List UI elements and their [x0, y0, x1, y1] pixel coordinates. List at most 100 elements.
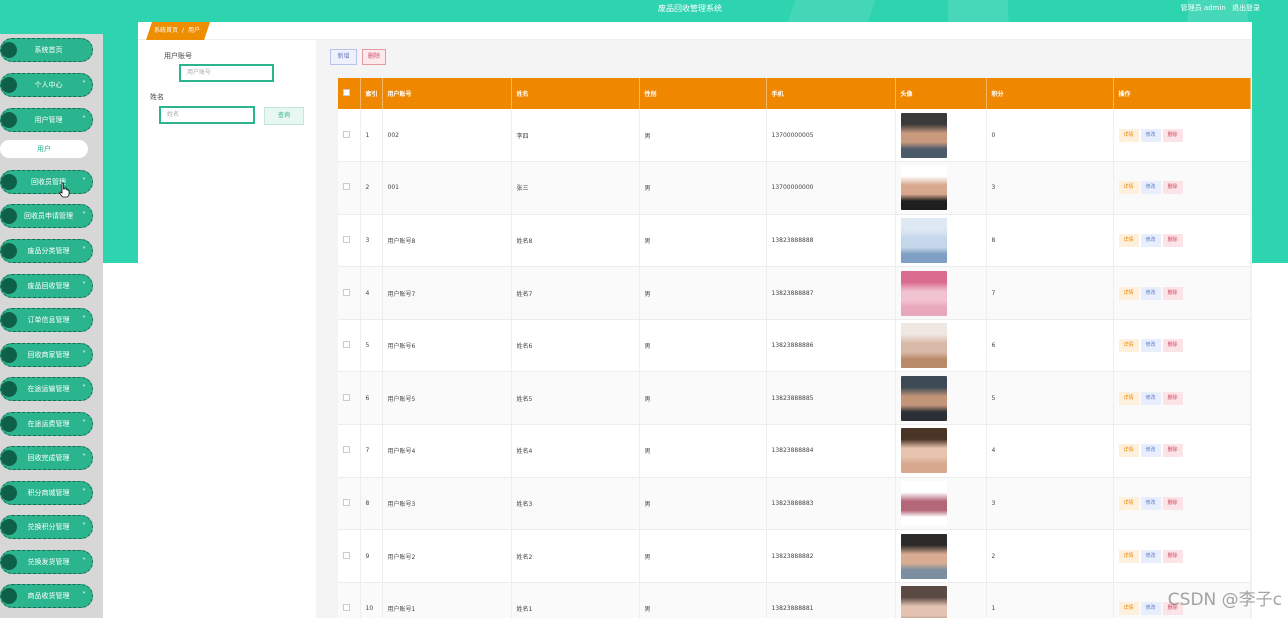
sidebar-item[interactable]: 在途运费管理 ˅	[0, 412, 93, 436]
sidebar-item[interactable]: 用户管理 ˄	[0, 108, 93, 132]
sidebar-dot-icon	[1, 485, 17, 501]
detail-button[interactable]: 详情	[1118, 391, 1139, 405]
search-button[interactable]: 查询	[264, 107, 304, 125]
user-label: 管理员 admin	[1180, 4, 1226, 12]
detail-button[interactable]: 详情	[1118, 339, 1139, 353]
sidebar-item[interactable]: 废品回收管理 ˅	[0, 274, 93, 298]
row-checkbox[interactable]	[343, 551, 350, 559]
cell-account: 用户账号7	[382, 266, 512, 320]
breadcrumb-separator: /	[182, 27, 185, 34]
detail-button[interactable]: 详情	[1118, 181, 1139, 195]
delete-row-button[interactable]: 删除	[1162, 496, 1183, 510]
cell-gender: 男	[639, 371, 767, 425]
delete-row-button[interactable]: 删除	[1162, 549, 1183, 563]
cell-points: 2	[986, 529, 1114, 583]
checkbox-cell	[338, 266, 361, 320]
sidebar-item[interactable]: 兑换积分管理 ˅	[0, 515, 93, 539]
edit-button[interactable]: 修改	[1140, 286, 1161, 300]
sidebar-item[interactable]: 商品收货管理 ˅	[0, 584, 93, 608]
sidebar-item[interactable]: 在途运输管理 ˅	[0, 377, 93, 401]
avatar	[900, 480, 947, 526]
avatar	[900, 165, 947, 211]
cell-actions: 详情 修改 删除	[1113, 477, 1251, 530]
sidebar-item[interactable]: 兑换发货管理 ˅	[0, 550, 93, 574]
sidebar-item-label: 废品分类管理	[27, 247, 70, 255]
sidebar-item[interactable]: 回收完成管理 ˅	[0, 446, 93, 470]
detail-button[interactable]: 详情	[1118, 496, 1139, 510]
edit-button[interactable]: 修改	[1140, 496, 1161, 510]
cell-avatar	[895, 424, 987, 478]
sidebar-subitem-user[interactable]: 用户	[0, 140, 88, 158]
detail-button[interactable]: 详情	[1118, 602, 1139, 616]
cell-phone: 13823888888	[766, 214, 896, 267]
sidebar-item[interactable]: 回收员申请管理 ˅	[0, 204, 93, 228]
row-checkbox[interactable]	[343, 604, 350, 612]
checkbox-cell	[338, 161, 361, 215]
row-checkbox[interactable]	[343, 341, 350, 349]
select-all-checkbox[interactable]	[343, 89, 350, 96]
sidebar-item[interactable]: 系统首页	[0, 38, 93, 62]
detail-button[interactable]: 详情	[1118, 286, 1139, 300]
sidebar-item[interactable]: 积分商城管理 ˅	[0, 481, 93, 505]
account-input[interactable]: 用户账号	[179, 64, 274, 82]
cell-name: 李四	[511, 109, 640, 162]
row-checkbox[interactable]	[343, 446, 350, 454]
chevron-down-icon: ˅	[82, 80, 86, 89]
edit-button[interactable]: 修改	[1140, 233, 1161, 247]
sidebar-item-label: 积分商城管理	[27, 489, 70, 497]
edit-button[interactable]: 修改	[1140, 128, 1161, 142]
sidebar-dot-icon	[1, 416, 17, 432]
cell-avatar	[895, 319, 987, 372]
cell-points: 6	[986, 319, 1114, 372]
cell-points: 3	[986, 477, 1114, 530]
detail-button[interactable]: 详情	[1118, 128, 1139, 142]
name-input[interactable]: 姓名	[159, 106, 255, 124]
edit-button[interactable]: 修改	[1140, 339, 1161, 353]
logout-link[interactable]: 退出登录	[1232, 4, 1260, 12]
sidebar-dot-icon	[1, 77, 17, 93]
cell-gender: 男	[639, 161, 767, 215]
breadcrumb-home[interactable]: 系统首页	[154, 27, 178, 34]
cell-name: 姓名3	[511, 477, 640, 530]
sidebar-item-label: 回收商家管理	[27, 351, 70, 359]
row-checkbox[interactable]	[343, 130, 350, 138]
sidebar-item[interactable]: 回收员管理 ˅	[0, 170, 93, 194]
delete-row-button[interactable]: 删除	[1162, 444, 1183, 458]
edit-button[interactable]: 修改	[1140, 602, 1161, 616]
sidebar-item-label: 系统首页	[34, 46, 63, 54]
avatar	[900, 270, 947, 316]
sidebar-dot-icon	[1, 450, 17, 466]
checkbox-cell	[338, 319, 361, 372]
delete-row-button[interactable]: 删除	[1162, 233, 1183, 247]
row-checkbox[interactable]	[343, 183, 350, 191]
delete-row-button[interactable]: 删除	[1162, 391, 1183, 405]
edit-button[interactable]: 修改	[1140, 444, 1161, 458]
row-checkbox[interactable]	[343, 288, 350, 296]
sidebar-item[interactable]: 订单信息管理 ˅	[0, 308, 93, 332]
delete-row-button[interactable]: 删除	[1162, 339, 1183, 353]
avatar	[900, 533, 947, 579]
delete-row-button[interactable]: 删除	[1162, 181, 1183, 195]
detail-button[interactable]: 详情	[1118, 233, 1139, 247]
table-header-cell[interactable]	[338, 78, 361, 109]
sidebar-dot-icon	[1, 174, 17, 190]
detail-button[interactable]: 详情	[1118, 549, 1139, 563]
cell-index: 4	[360, 266, 383, 320]
edit-button[interactable]: 修改	[1140, 549, 1161, 563]
sidebar-item[interactable]: 废品分类管理 ˅	[0, 239, 93, 263]
row-checkbox[interactable]	[343, 393, 350, 401]
checkbox-cell	[338, 529, 361, 583]
table-row: 3 用户账号8 姓名8 男 13823888888 8 详情 修改 删除	[338, 214, 1251, 267]
row-checkbox[interactable]	[343, 498, 350, 506]
add-button[interactable]: 新增	[330, 49, 357, 65]
detail-button[interactable]: 详情	[1118, 444, 1139, 458]
delete-button[interactable]: 删除	[362, 49, 386, 65]
delete-row-button[interactable]: 删除	[1162, 286, 1183, 300]
sidebar-item[interactable]: 回收商家管理 ˅	[0, 343, 93, 367]
edit-button[interactable]: 修改	[1140, 181, 1161, 195]
delete-row-button[interactable]: 删除	[1162, 128, 1183, 142]
sidebar-dot-icon	[1, 112, 17, 128]
edit-button[interactable]: 修改	[1140, 391, 1161, 405]
row-checkbox[interactable]	[343, 235, 350, 243]
sidebar-item[interactable]: 个人中心 ˅	[0, 73, 93, 97]
